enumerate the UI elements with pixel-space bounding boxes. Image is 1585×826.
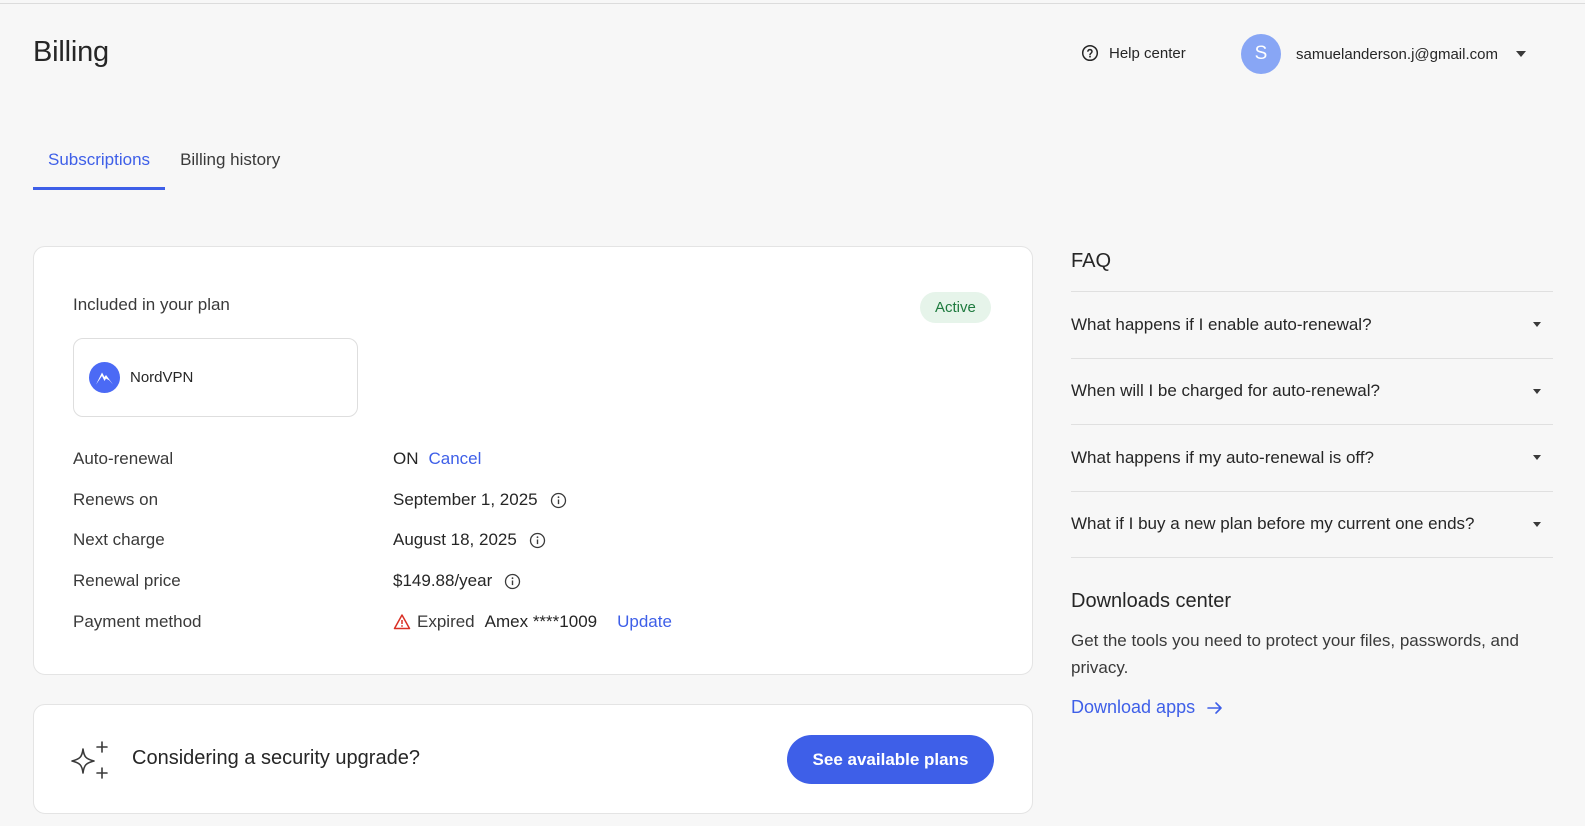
renews-on-value: September 1, 2025: [393, 490, 538, 509]
billing-tabs: Subscriptions Billing history: [33, 141, 295, 190]
info-icon[interactable]: [504, 573, 521, 590]
faq-question: What if I buy a new plan before my curre…: [1071, 514, 1475, 534]
account-menu[interactable]: S samuelanderson.j@gmail.com: [1241, 34, 1526, 74]
downloads-description: Get the tools you need to protect your f…: [1071, 631, 1519, 677]
faq-item[interactable]: What happens if my auto-renewal is off?: [1071, 425, 1553, 492]
avatar: S: [1241, 34, 1281, 74]
upgrade-prompt: Considering a security upgrade?: [132, 747, 420, 769]
renewal-price-label: Renewal price: [73, 571, 181, 590]
renews-on-label: Renews on: [73, 490, 159, 509]
download-apps-label: Download apps: [1071, 697, 1196, 717]
faq-title: FAQ: [1071, 250, 1112, 272]
subscription-card: Included in your plan Active NordVPN Aut…: [33, 246, 1033, 675]
download-apps-link[interactable]: Download apps: [1071, 697, 1223, 718]
chevron-down-icon: [1533, 388, 1541, 394]
warning-icon: [393, 614, 411, 630]
info-icon[interactable]: [529, 532, 546, 549]
payment-method-label: Payment method: [73, 612, 202, 631]
chevron-down-icon: [1533, 322, 1541, 328]
faq-question: When will I be charged for auto-renewal?: [1071, 381, 1380, 401]
tab-subscriptions[interactable]: Subscriptions: [33, 141, 166, 190]
next-charge-label: Next charge: [73, 530, 165, 549]
product-name: NordVPN: [130, 369, 194, 386]
auto-renewal-label: Auto-renewal: [73, 449, 174, 468]
product-tile: NordVPN: [73, 338, 358, 417]
nordvpn-logo-icon: [89, 362, 120, 393]
payment-card: Amex ****1009: [484, 612, 598, 631]
payment-status: Expired: [417, 612, 475, 631]
renewal-price-value: $149.88/year: [393, 571, 493, 590]
arrow-right-icon: [1207, 701, 1222, 714]
included-label: Included in your plan: [73, 295, 230, 314]
cancel-auto-renewal-link[interactable]: Cancel: [429, 449, 482, 469]
account-email: samuelanderson.j@gmail.com: [1296, 45, 1498, 63]
help-center-link[interactable]: Help center: [1081, 44, 1186, 62]
status-badge: Active: [920, 292, 991, 323]
tab-billing-history[interactable]: Billing history: [165, 141, 295, 190]
sparkle-icon: [71, 741, 108, 779]
chevron-down-icon: [1515, 51, 1526, 57]
renews-on-row: Renews on September 1, 2025: [73, 488, 567, 512]
help-center-label: Help center: [1109, 44, 1186, 62]
upgrade-card: Considering a security upgrade? See avai…: [33, 704, 1033, 814]
chevron-down-icon: [1533, 521, 1541, 527]
faq-question: What happens if my auto-renewal is off?: [1071, 447, 1375, 467]
faq-question: What happens if I enable auto-renewal?: [1071, 314, 1372, 334]
top-border: [0, 0, 1585, 4]
renewal-price-row: Renewal price $149.88/year: [73, 569, 521, 593]
see-available-plans-button[interactable]: See available plans: [787, 735, 994, 784]
next-charge-value: August 18, 2025: [393, 530, 517, 549]
page-title: Billing: [33, 36, 109, 68]
downloads-title: Downloads center: [1071, 590, 1232, 612]
update-payment-link[interactable]: Update: [617, 612, 672, 632]
auto-renewal-value: ON: [393, 449, 419, 468]
help-circle-icon: [1081, 44, 1099, 62]
payment-method-row: Payment method Expired Amex ****1009 Upd…: [73, 610, 672, 634]
faq-item[interactable]: What if I buy a new plan before my curre…: [1071, 492, 1553, 558]
faq-item[interactable]: What happens if I enable auto-renewal?: [1071, 292, 1553, 359]
info-icon[interactable]: [550, 492, 567, 509]
chevron-down-icon: [1533, 455, 1541, 461]
next-charge-row: Next charge August 18, 2025: [73, 528, 546, 552]
faq-item[interactable]: When will I be charged for auto-renewal?: [1071, 359, 1553, 425]
faq-list: What happens if I enable auto-renewal? W…: [1071, 291, 1553, 558]
auto-renewal-row: Auto-renewal ON Cancel: [73, 447, 481, 471]
